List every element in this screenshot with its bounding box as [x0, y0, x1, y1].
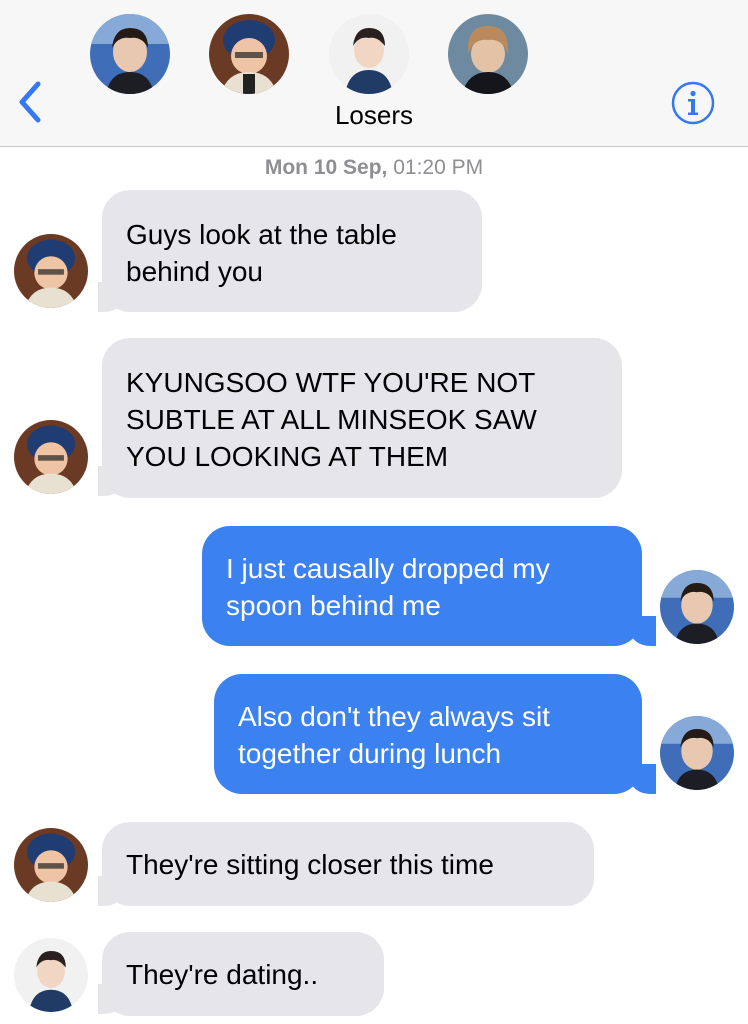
- message-text-line: I just causally dropped my: [226, 553, 550, 584]
- conversation-header: Losers: [0, 0, 748, 147]
- message-text-line: They're sitting closer this time: [126, 849, 494, 880]
- message-bubble-outgoing[interactable]: I just causally dropped my spoon behind …: [202, 526, 642, 646]
- sender-avatar[interactable]: [14, 938, 88, 1012]
- sender-avatar[interactable]: [14, 234, 88, 308]
- message-bubble-incoming[interactable]: They're sitting closer this time: [102, 822, 594, 906]
- message-bubble-incoming[interactable]: KYUNGSOO WTF YOU'RE NOT SUBTLE AT ALL MI…: [102, 338, 622, 498]
- message-text-line: together during lunch: [238, 738, 502, 769]
- conversation-title[interactable]: Losers: [0, 100, 748, 131]
- message-bubble-incoming[interactable]: They're dating..: [102, 932, 384, 1016]
- info-icon: [671, 81, 715, 125]
- participant-avatar-3[interactable]: [329, 14, 409, 94]
- message-text-line: They're dating..: [126, 959, 319, 990]
- message-bubble-incoming[interactable]: Guys look at the table behind you: [102, 190, 482, 312]
- message-text-line: Guys look at the table: [126, 219, 397, 250]
- my-avatar[interactable]: [660, 570, 734, 644]
- message-text-line: Also don't they always sit: [238, 701, 550, 732]
- my-avatar[interactable]: [660, 716, 734, 790]
- participant-avatar-4[interactable]: [448, 14, 528, 94]
- timestamp-time: 01:20 PM: [393, 156, 484, 179]
- message-text-line: behind you: [126, 256, 264, 287]
- message-text-line: spoon behind me: [226, 590, 441, 621]
- details-button[interactable]: [670, 80, 716, 126]
- timestamp-day: Mon 10 Sep,: [264, 156, 388, 179]
- sender-avatar[interactable]: [14, 828, 88, 902]
- sender-avatar[interactable]: [14, 420, 88, 494]
- message-bubble-outgoing[interactable]: Also don't they always sit together duri…: [214, 674, 642, 794]
- participant-avatar-2[interactable]: [209, 14, 289, 94]
- message-text-line: SUBTLE AT ALL MINSEOK SAW: [126, 404, 537, 435]
- participant-avatar-1[interactable]: [90, 14, 170, 94]
- message-text-line: YOU LOOKING AT THEM: [126, 441, 449, 472]
- message-text-line: KYUNGSOO WTF YOU'RE NOT: [126, 367, 536, 398]
- message-timestamp: Mon 10 Sep, 01:20 PM: [0, 156, 748, 180]
